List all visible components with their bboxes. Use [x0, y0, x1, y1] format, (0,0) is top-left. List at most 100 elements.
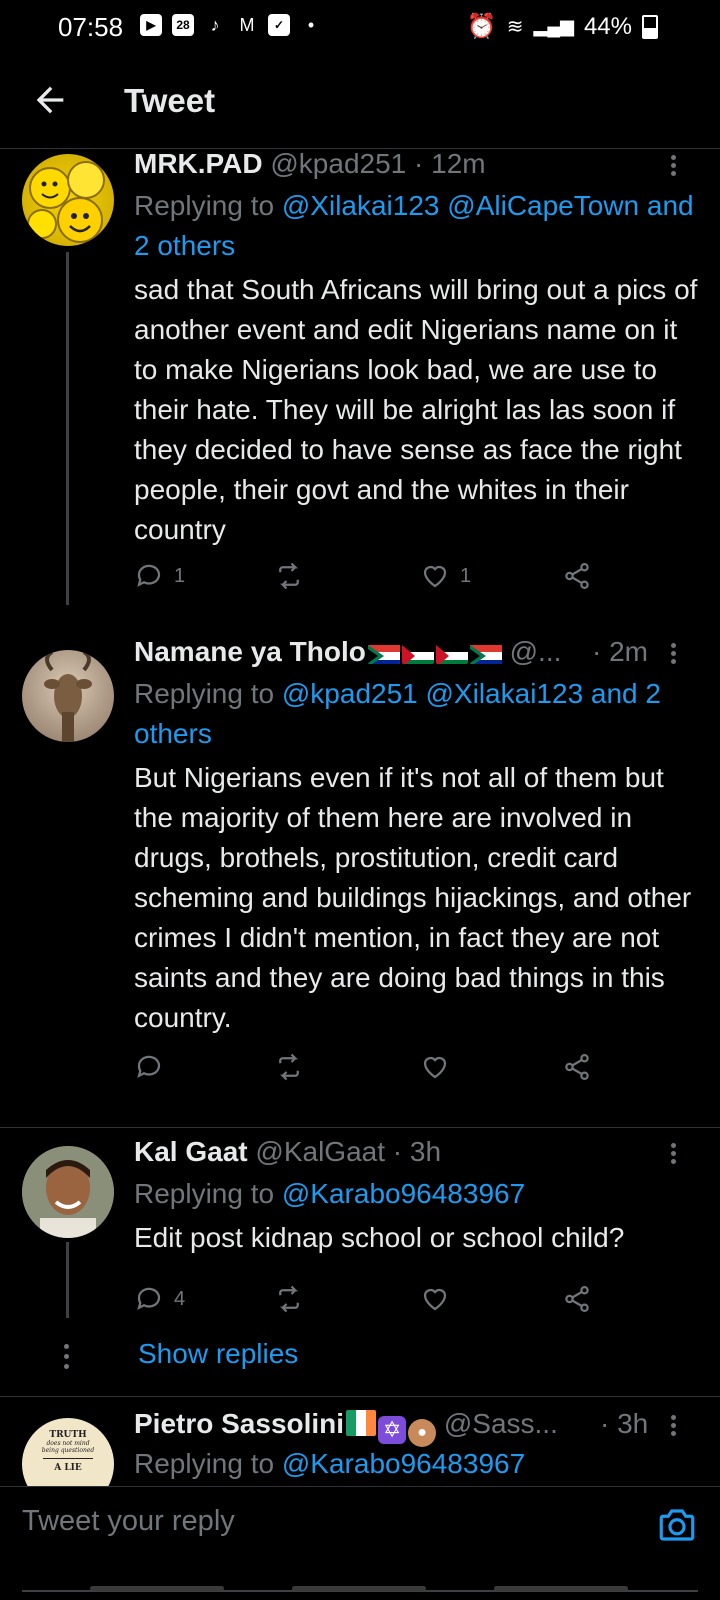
tweet-header: Pietro Sassolini ✡ ● @Sass...	[134, 1410, 558, 1447]
star-of-david-icon: ✡	[378, 1416, 407, 1444]
share-button[interactable]	[562, 1052, 592, 1082]
tweet-header: Namane ya Tholo @...	[134, 636, 561, 668]
avatar-divider	[43, 1458, 93, 1459]
system-icons: ⏰ ≋ ▂▄▆ 44%	[467, 12, 658, 41]
avatar[interactable]	[22, 154, 114, 246]
retweet-button[interactable]	[274, 1052, 304, 1082]
dog-face-icon: ●	[408, 1419, 437, 1447]
nav-recent-apps[interactable]	[90, 1586, 224, 1591]
tweet-time-wrap: · 3h	[600, 1410, 648, 1440]
display-name[interactable]: Namane ya Tholo	[134, 636, 366, 667]
man-avatar-image	[22, 1146, 114, 1238]
more-options-icon[interactable]	[667, 152, 679, 180]
reply-icon	[137, 1055, 161, 1078]
nav-home[interactable]	[292, 1586, 426, 1591]
more-options-icon[interactable]	[667, 640, 679, 668]
heart-icon	[423, 1288, 447, 1311]
heart-icon	[423, 1056, 447, 1079]
avatar-text-line2: does not mind	[46, 1440, 90, 1447]
tweet[interactable]: TRUTH does not mind being questioned A L…	[0, 1410, 720, 1486]
battery-level: 44%	[583, 12, 632, 40]
tweet[interactable]: MRK.PAD @kpad251 · 12m Replying to @Xila…	[0, 148, 720, 605]
tweet-time: · 2m	[592, 636, 648, 667]
user-handle[interactable]: @KalGaat	[255, 1136, 385, 1167]
more-options-icon[interactable]	[667, 1412, 679, 1440]
heart-icon	[423, 565, 447, 588]
tweet-actions: 1 1	[134, 561, 614, 597]
reply-input[interactable]: Tweet your reply	[22, 1505, 235, 1538]
south-africa-flag-icon	[469, 642, 502, 664]
share-button[interactable]	[562, 561, 592, 591]
ireland-flag-icon	[346, 1410, 377, 1436]
replying-to-label: Replying to	[134, 678, 275, 709]
tweet-header: Kal Gaat @KalGaat · 3h	[134, 1136, 441, 1168]
avatar[interactable]	[22, 1146, 114, 1238]
reply-icon	[137, 564, 161, 587]
like-button[interactable]	[420, 1052, 450, 1082]
tweet-text: sad that South Africans will bring out a…	[134, 274, 698, 545]
nav-back[interactable]	[494, 1586, 628, 1591]
avatar[interactable]: TRUTH does not mind being questioned A L…	[22, 1418, 114, 1486]
retweet-button[interactable]	[274, 561, 304, 591]
page-title: Tweet	[124, 82, 216, 119]
share-button[interactable]	[562, 1284, 592, 1314]
replying-to-label: Replying to	[134, 1448, 275, 1479]
reply-button[interactable]: 4	[134, 1284, 185, 1314]
replying-to: Replying to @kpad251 @Xilakai123 and 2 o…	[134, 674, 694, 754]
south-africa-flag-icon	[367, 642, 400, 664]
tweet[interactable]: Kal Gaat @KalGaat · 3h Replying to @Kara…	[0, 1136, 720, 1394]
dot-icon: •	[307, 14, 315, 35]
thread-line	[66, 252, 69, 605]
replying-to: Replying to @Karabo96483967	[134, 1444, 694, 1484]
tweet-text: But Nigerians even if it's not all of th…	[134, 762, 692, 1033]
back-arrow-icon[interactable]	[30, 80, 70, 120]
signal-icon: ▂▄▆	[533, 16, 574, 36]
user-handle[interactable]: @Sass...	[444, 1410, 558, 1439]
status-time: 07:58	[58, 12, 124, 42]
camera-icon[interactable]	[656, 1504, 698, 1546]
gmail-icon: M	[239, 14, 255, 35]
replying-to-links[interactable]: @Karabo96483967	[282, 1448, 525, 1479]
display-name[interactable]: MRK.PAD	[134, 148, 263, 179]
tweet-header: MRK.PAD @kpad251 · 12m	[134, 148, 486, 180]
reply-composer: Tweet your reply	[0, 1486, 720, 1563]
replying-to: Replying to @Karabo96483967	[134, 1174, 694, 1214]
more-options-icon[interactable]	[667, 1140, 679, 1168]
tweet-time: · 3h	[600, 1410, 649, 1439]
retweet-icon	[279, 1285, 299, 1313]
tweet[interactable]: Namane ya Tholo @... · 2m Replying to @k…	[0, 636, 720, 1106]
tiktok-icon: ♪	[210, 14, 220, 35]
replying-to-label: Replying to	[134, 1178, 275, 1209]
reply-icon	[137, 1287, 161, 1310]
system-navigation-bar	[0, 1572, 720, 1600]
retweet-icon	[279, 1053, 299, 1081]
battery-icon	[642, 14, 658, 39]
reply-button[interactable]: 1	[134, 561, 185, 591]
like-button[interactable]	[420, 1284, 450, 1314]
tweet-actions	[134, 1052, 614, 1088]
avatar[interactable]	[22, 650, 114, 742]
like-button[interactable]: 1	[420, 561, 471, 591]
replying-to-links[interactable]: @Karabo96483967	[282, 1178, 525, 1209]
share-icon	[565, 563, 589, 589]
divider	[0, 1396, 720, 1397]
user-handle[interactable]: @...	[510, 636, 562, 667]
tweet-time-wrap: · 2m	[592, 636, 648, 668]
tweet-actions: 4	[134, 1284, 614, 1320]
reply-button[interactable]	[134, 1052, 164, 1082]
check-icon: ✓	[268, 14, 290, 36]
palestine-flag-icon	[435, 642, 468, 664]
alarm-icon: ⏰	[466, 13, 497, 40]
calendar-icon: 28	[172, 14, 194, 36]
replying-to: Replying to @Xilakai123 @AliCapeTown and…	[134, 186, 694, 266]
kudu-avatar-image	[44, 650, 92, 742]
wifi-icon: ≋	[506, 16, 524, 38]
avatar-text-truth: TRUTH	[49, 1430, 87, 1440]
display-name[interactable]: Kal Gaat	[134, 1136, 248, 1167]
show-replies-link[interactable]: Show replies	[138, 1338, 298, 1370]
user-handle[interactable]: @kpad251	[270, 148, 406, 179]
retweet-button[interactable]	[274, 1284, 304, 1314]
share-icon	[565, 1286, 589, 1312]
display-name[interactable]: Pietro Sassolini	[134, 1410, 344, 1439]
smiley-avatar-image	[27, 161, 105, 243]
